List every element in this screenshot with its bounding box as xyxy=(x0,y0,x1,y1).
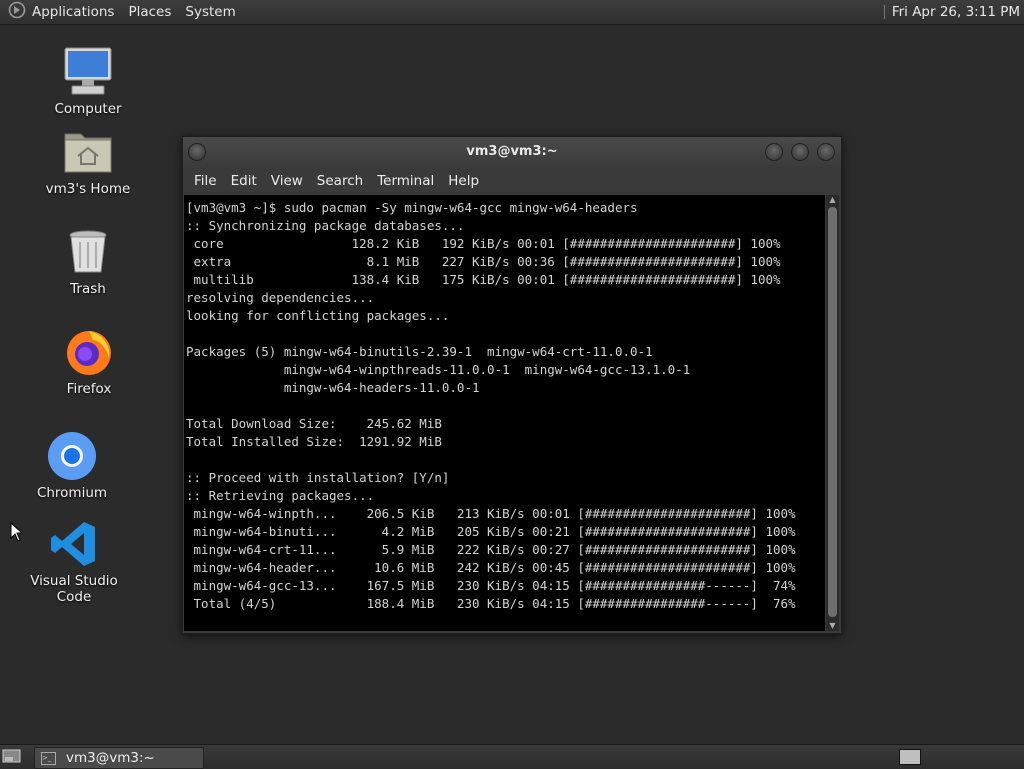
bottom-panel: >_ vm3@vm3:~ xyxy=(0,744,1024,769)
menu-search[interactable]: Search xyxy=(317,173,363,189)
menu-file[interactable]: File xyxy=(194,173,217,189)
desktop-icon-firefox[interactable]: Firefox xyxy=(34,326,144,397)
menu-view[interactable]: View xyxy=(271,173,303,189)
scroll-down-icon[interactable]: ▼ xyxy=(828,621,837,631)
applications-menu[interactable]: Applications xyxy=(32,4,114,20)
chromium-icon xyxy=(46,430,98,482)
workspace-switcher[interactable] xyxy=(899,749,921,765)
desktop-icon-label: vm3's Home xyxy=(45,181,131,197)
desktop-icon-label: Trash xyxy=(70,281,106,297)
desktop-icon-chromium[interactable]: Chromium xyxy=(17,430,127,501)
desktop-icon-label: Chromium xyxy=(36,485,108,501)
computer-icon xyxy=(62,46,114,98)
menu-terminal[interactable]: Terminal xyxy=(377,173,434,189)
scroll-thumb[interactable] xyxy=(828,207,837,617)
terminal-menubar: File Edit View Search Terminal Help xyxy=(183,167,841,195)
window-titlebar[interactable]: vm3@vm3:~ xyxy=(183,137,841,167)
mouse-pointer-icon xyxy=(10,521,24,546)
trash-icon xyxy=(62,226,114,278)
close-button[interactable] xyxy=(817,143,835,161)
top-panel: Applications Places System Fri Apr 26, 3… xyxy=(0,0,1024,25)
terminal-output[interactable]: [vm3@vm3 ~]$ sudo pacman -Sy mingw-w64-g… xyxy=(184,195,825,631)
places-menu[interactable]: Places xyxy=(128,4,171,20)
distro-logo-icon[interactable] xyxy=(8,1,26,23)
desktop-icon-vscode[interactable]: Visual Studio Code xyxy=(19,518,129,605)
desktop-icon-computer[interactable]: Computer xyxy=(33,46,143,117)
clock[interactable]: Fri Apr 26, 3:11 PM xyxy=(892,4,1020,20)
taskbar-item-label: vm3@vm3:~ xyxy=(66,750,155,766)
desktop-icon-label: Firefox xyxy=(66,381,112,397)
scrollbar[interactable]: ▲ ▼ xyxy=(826,195,839,631)
desktop-icon-label: Visual Studio Code xyxy=(30,573,118,605)
scroll-up-icon[interactable]: ▲ xyxy=(828,195,837,205)
desktop-icon-label: Computer xyxy=(54,101,122,117)
desktop-icon-trash[interactable]: Trash xyxy=(33,226,143,297)
desktop-icon-home[interactable]: vm3's Home xyxy=(33,126,143,197)
taskbar-item-terminal[interactable]: >_ vm3@vm3:~ xyxy=(34,747,204,769)
panel-separator xyxy=(883,5,885,19)
firefox-icon xyxy=(63,326,115,378)
show-desktop-icon[interactable] xyxy=(2,748,21,764)
home-folder-icon xyxy=(62,126,114,178)
system-menu[interactable]: System xyxy=(185,4,235,20)
terminal-window: vm3@vm3:~ File Edit View Search Terminal… xyxy=(182,136,842,634)
window-title: vm3@vm3:~ xyxy=(466,144,558,159)
terminal-text: [vm3@vm3 ~]$ sudo pacman -Sy mingw-w64-g… xyxy=(186,200,796,611)
minimize-button[interactable] xyxy=(765,143,783,161)
menu-help[interactable]: Help xyxy=(448,173,479,189)
menu-edit[interactable]: Edit xyxy=(231,173,257,189)
vscode-icon xyxy=(48,518,100,570)
maximize-button[interactable] xyxy=(791,143,809,161)
terminal-icon: >_ xyxy=(41,751,56,765)
